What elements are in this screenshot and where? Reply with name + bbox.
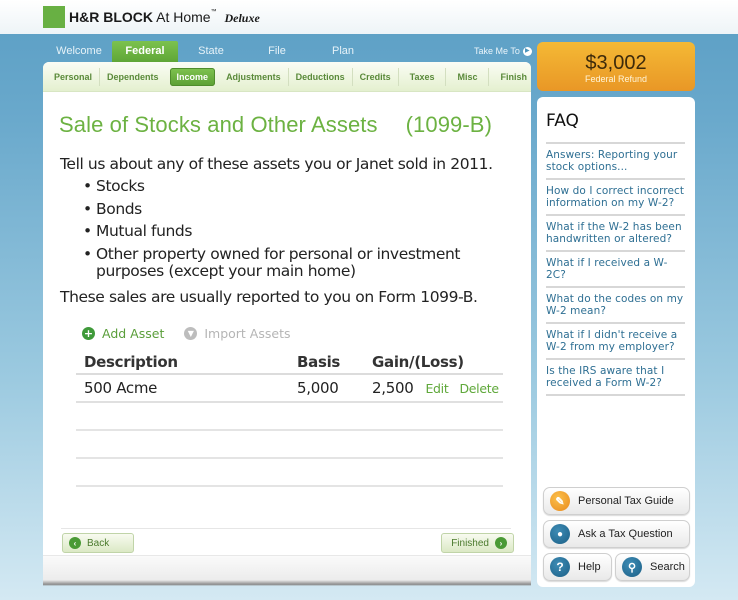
chevron-left-icon: ‹ — [69, 537, 81, 549]
help-button[interactable]: ? Help — [543, 553, 612, 581]
add-asset-label: Add Asset — [102, 326, 165, 341]
form-code: (1099-B) — [405, 112, 493, 137]
faq-link[interactable]: Is the IRS aware that I received a Form … — [546, 360, 685, 396]
faq-title: FAQ — [546, 111, 579, 131]
main-nav: Welcome Federal State File Plan — [46, 41, 376, 62]
tab-plan[interactable]: Plan — [310, 41, 376, 62]
gain-value: 2,500 — [372, 379, 414, 397]
cell-basis: 5,000 — [297, 379, 339, 397]
chevron-right-icon: › — [495, 537, 507, 549]
faq-link[interactable]: Answers: Reporting your stock options... — [546, 144, 685, 180]
outro-text: These sales are usually reported to you … — [60, 288, 478, 306]
asset-type-item: Stocks — [83, 178, 463, 196]
main-panel: Personal Dependents Income Adjustments D… — [43, 62, 539, 586]
faq-link[interactable]: What if I received a W-2C? — [546, 252, 685, 288]
download-circle-icon: ▼ — [184, 327, 198, 340]
asset-type-list: Stocks Bonds Mutual funds Other property… — [83, 178, 463, 285]
edit-link[interactable]: Edit — [425, 381, 448, 396]
tab-state[interactable]: State — [178, 41, 244, 62]
subtab-personal[interactable]: Personal — [47, 67, 101, 86]
import-assets-label: Import Assets — [204, 326, 291, 341]
delete-link[interactable]: Delete — [459, 381, 499, 396]
ask-tax-question-button[interactable]: ● Ask a Tax Question — [543, 520, 690, 548]
faq-panel: FAQ Answers: Reporting your stock option… — [537, 97, 695, 587]
finished-label: Finished — [451, 537, 489, 549]
personal-tax-guide-label: Personal Tax Guide — [578, 495, 674, 507]
take-me-to-button[interactable]: Take Me To ▶ — [474, 46, 532, 56]
personal-tax-guide-button[interactable]: ✎ Personal Tax Guide — [543, 487, 690, 515]
logo: H&R BLOCK At Home™ Deluxe — [69, 9, 260, 26]
faq-link[interactable]: What do the codes on my W-2 mean? — [546, 288, 685, 324]
faq-link[interactable]: How do I correct incorrect information o… — [546, 180, 685, 216]
footer-divider — [61, 528, 511, 529]
page-title-text: Sale of Stocks and Other Assets — [59, 112, 378, 137]
intro-text: Tell us about any of these assets you or… — [60, 155, 493, 173]
faq-list: Answers: Reporting your stock options...… — [546, 142, 685, 396]
subtab-credits[interactable]: Credits — [353, 67, 399, 86]
empty-row — [76, 403, 503, 431]
subtab-taxes[interactable]: Taxes — [399, 67, 447, 86]
cell-description: 500 Acme — [84, 379, 158, 397]
table-header: Description Basis Gain/(Loss) — [76, 350, 503, 375]
asset-type-item: Other property owned for personal or inv… — [83, 245, 463, 280]
subtab-adjustments[interactable]: Adjustments — [219, 67, 289, 86]
tab-file[interactable]: File — [244, 41, 310, 62]
ask-tax-question-label: Ask a Tax Question — [578, 528, 673, 540]
import-assets-button[interactable]: ▼ Import Assets — [184, 326, 290, 341]
refund-amount: $3,002 — [585, 52, 647, 74]
asset-actions: + Add Asset ▼ Import Assets — [82, 326, 290, 341]
logo-mark — [43, 6, 65, 28]
brand-name: H&R BLOCK — [69, 9, 153, 25]
trademark: ™ — [210, 9, 217, 15]
tab-federal[interactable]: Federal — [112, 41, 178, 62]
page-title: Sale of Stocks and Other Assets (1099-B) — [59, 112, 492, 138]
faq-link[interactable]: What if the W-2 has been handwritten or … — [546, 216, 685, 252]
subtab-finish[interactable]: Finish — [489, 67, 539, 86]
plus-circle-icon: + — [82, 327, 95, 340]
cell-gain: 2,500 Edit Delete — [372, 379, 503, 397]
tax-guide-icon: ✎ — [550, 491, 570, 511]
panel-footer — [43, 555, 531, 586]
assets-table: Description Basis Gain/(Loss) 500 Acme 5… — [76, 350, 503, 487]
help-label: Help — [578, 561, 601, 573]
edition-label: Deluxe — [224, 11, 260, 25]
finished-button[interactable]: Finished › — [441, 533, 514, 553]
asset-type-item: Mutual funds — [83, 223, 463, 241]
app-header: H&R BLOCK At Home™ Deluxe — [0, 0, 738, 34]
subtab-income[interactable]: Income — [169, 67, 216, 86]
search-icon: ⚲ — [622, 557, 642, 577]
question-mark-icon: ? — [550, 557, 570, 577]
empty-row — [76, 459, 503, 487]
table-row: 500 Acme 5,000 2,500 Edit Delete — [76, 375, 503, 403]
federal-refund-box: $3,002 Federal Refund — [537, 42, 695, 91]
take-me-to-label: Take Me To — [474, 46, 520, 56]
tab-welcome[interactable]: Welcome — [46, 41, 112, 62]
header-gain-loss: Gain/(Loss) — [372, 352, 464, 371]
person-icon: ● — [550, 524, 570, 544]
faq-link[interactable]: What if I didn't receive a W-2 from my e… — [546, 324, 685, 360]
empty-row — [76, 431, 503, 459]
asset-type-item: Bonds — [83, 200, 463, 218]
subtab-dependents[interactable]: Dependents — [100, 68, 166, 86]
sub-nav: Personal Dependents Income Adjustments D… — [43, 62, 539, 92]
search-button[interactable]: ⚲ Search — [615, 553, 690, 581]
arrow-right-circle-icon: ▶ — [522, 46, 532, 56]
subtab-deductions[interactable]: Deductions — [289, 67, 353, 86]
search-label: Search — [650, 561, 685, 573]
brand-product: At Home — [156, 9, 211, 25]
refund-label: Federal Refund — [584, 74, 648, 84]
back-button[interactable]: ‹ Back — [62, 533, 134, 553]
back-label: Back — [87, 537, 110, 549]
header-basis: Basis — [297, 352, 341, 371]
add-asset-button[interactable]: + Add Asset — [82, 326, 164, 341]
header-description: Description — [84, 352, 178, 371]
subtab-misc[interactable]: Misc — [446, 67, 490, 86]
